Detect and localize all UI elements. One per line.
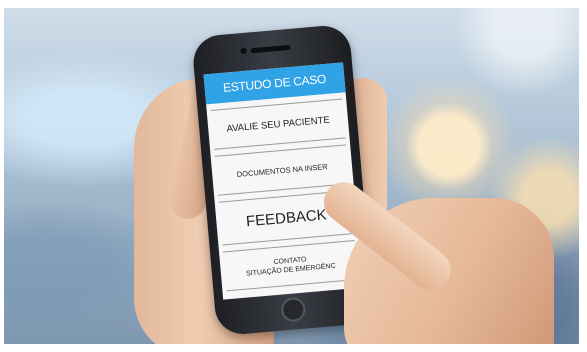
- phone-screen: ESTUDO DE CASO AVALIE SEU PACIENTE DOCUM…: [203, 62, 363, 300]
- evaluate-patient-button[interactable]: AVALIE SEU PACIENTE: [210, 98, 346, 150]
- home-button[interactable]: [280, 296, 307, 323]
- front-camera-icon: [240, 47, 247, 55]
- app-header: ESTUDO DE CASO: [203, 62, 346, 105]
- emergency-contact-button[interactable]: CONTATO SITUAÇÃO DE EMERGÊNC: [223, 239, 358, 292]
- background-photo: ESTUDO DE CASO AVALIE SEU PACIENTE DOCUM…: [4, 8, 579, 344]
- speaker-grille: [250, 44, 291, 54]
